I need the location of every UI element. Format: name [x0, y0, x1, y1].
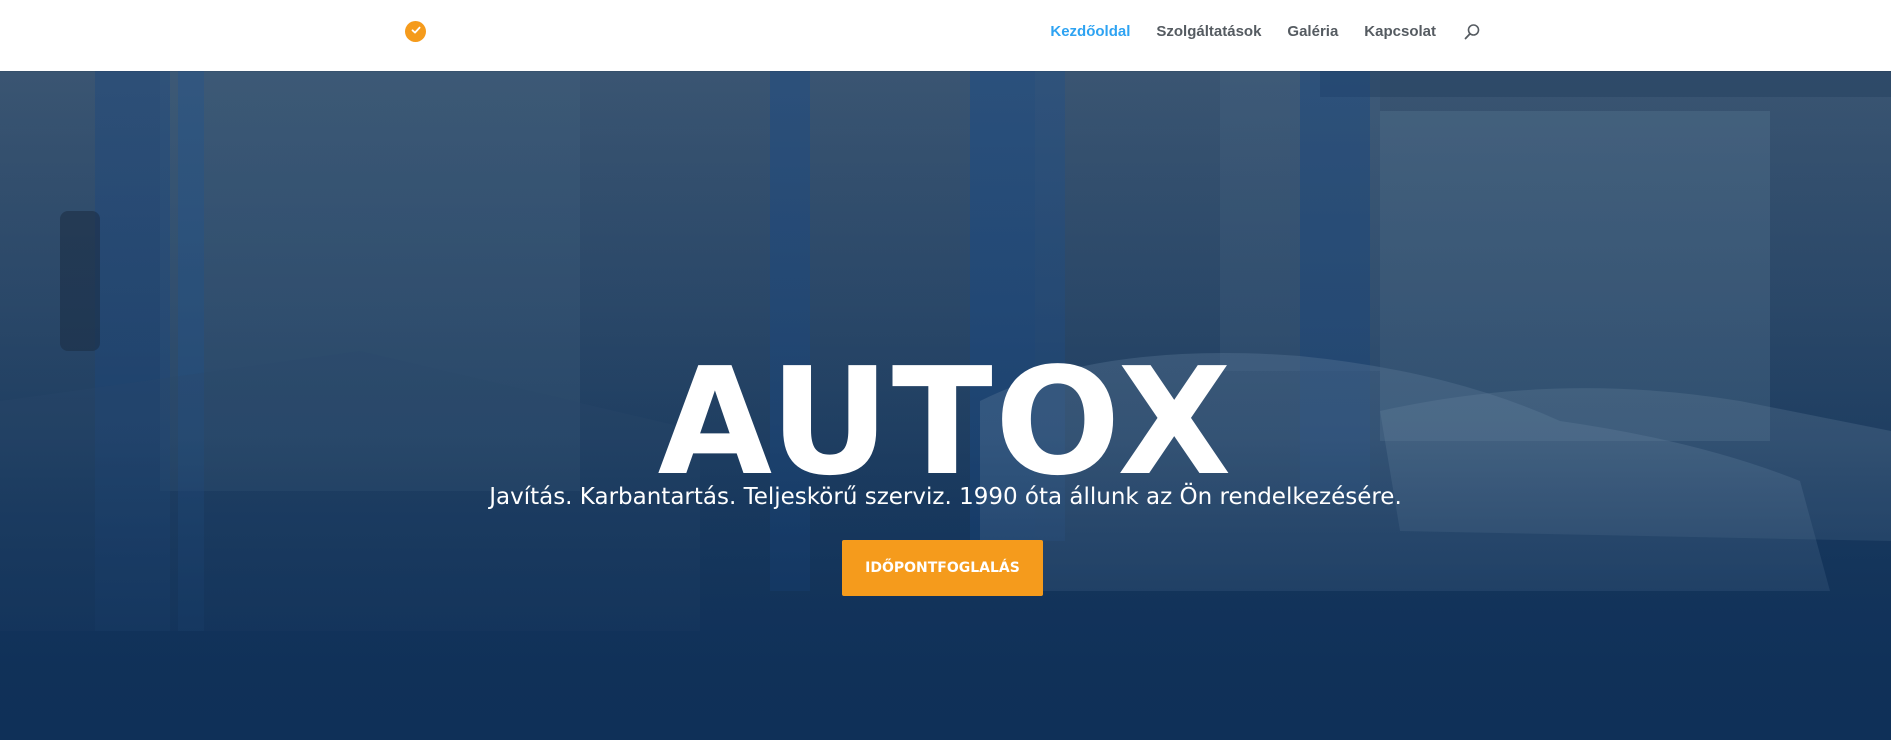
search-icon[interactable] [1462, 22, 1482, 42]
nav-item-kapcsolat[interactable]: Kapcsolat [1364, 22, 1436, 42]
check-circle-icon [410, 23, 422, 41]
logo[interactable] [405, 21, 426, 42]
main-navigation: Kezdőoldal Szolgáltatások Galéria Kapcso… [1050, 22, 1482, 42]
hero-section: AUTOX Javítás. Karbantartás. Teljeskörű … [0, 71, 1891, 740]
hero-title: AUTOX [657, 336, 1234, 509]
nav-item-kezdooldal[interactable]: Kezdőoldal [1050, 22, 1130, 42]
booking-button[interactable]: IDŐPONTFOGLALÁS [842, 540, 1043, 596]
site-header: Kezdőoldal Szolgáltatások Galéria Kapcso… [0, 0, 1891, 71]
hero-subtitle: Javítás. Karbantartás. Teljeskörű szervi… [489, 484, 1402, 510]
nav-item-szolgaltatasok[interactable]: Szolgáltatások [1156, 22, 1261, 42]
nav-item-galeria[interactable]: Galéria [1287, 22, 1338, 42]
